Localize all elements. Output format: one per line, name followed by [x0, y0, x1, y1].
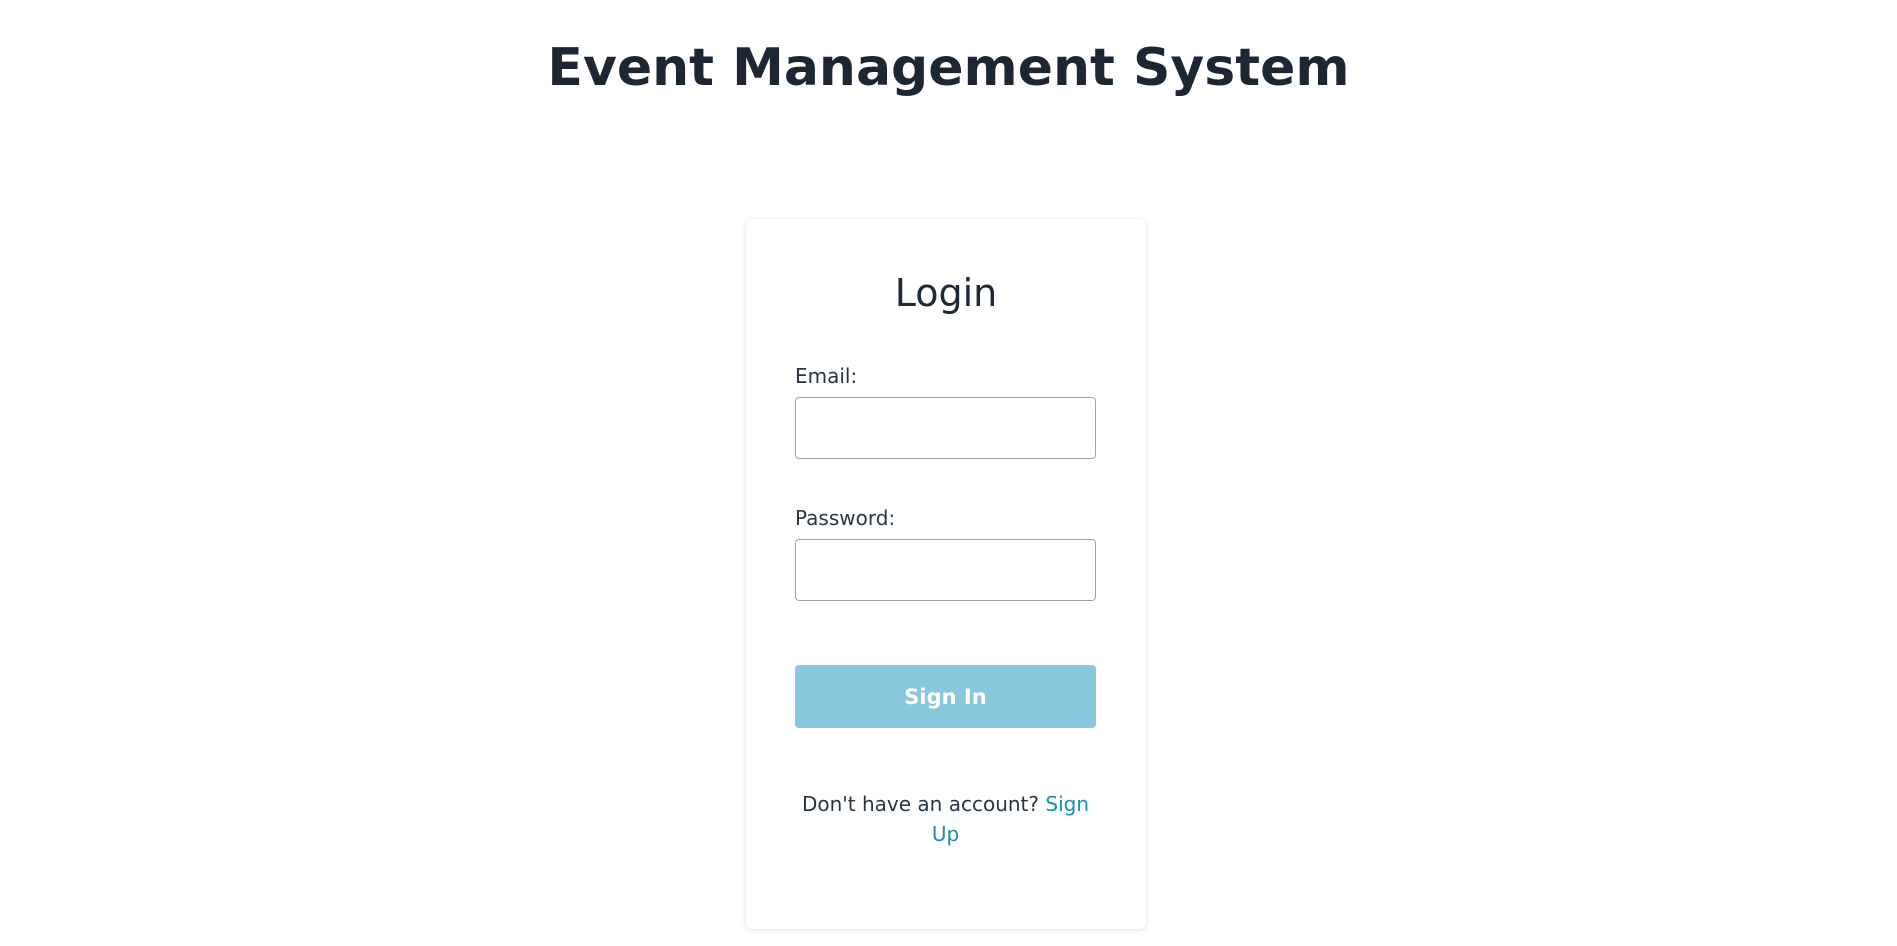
email-field[interactable] [795, 397, 1096, 459]
password-field[interactable] [795, 539, 1096, 601]
login-heading: Login [894, 271, 998, 315]
signup-prompt: Don't have an account? Sign Up [795, 789, 1096, 849]
login-card: Login Email: Password: Sign In Don't hav… [746, 219, 1146, 929]
sign-in-button[interactable]: Sign In [795, 665, 1096, 728]
password-label: Password: [795, 506, 896, 530]
email-label: Email: [795, 364, 858, 388]
page-title: Event Management System [547, 38, 1350, 98]
signup-prompt-text: Don't have an account? [801, 792, 1040, 816]
